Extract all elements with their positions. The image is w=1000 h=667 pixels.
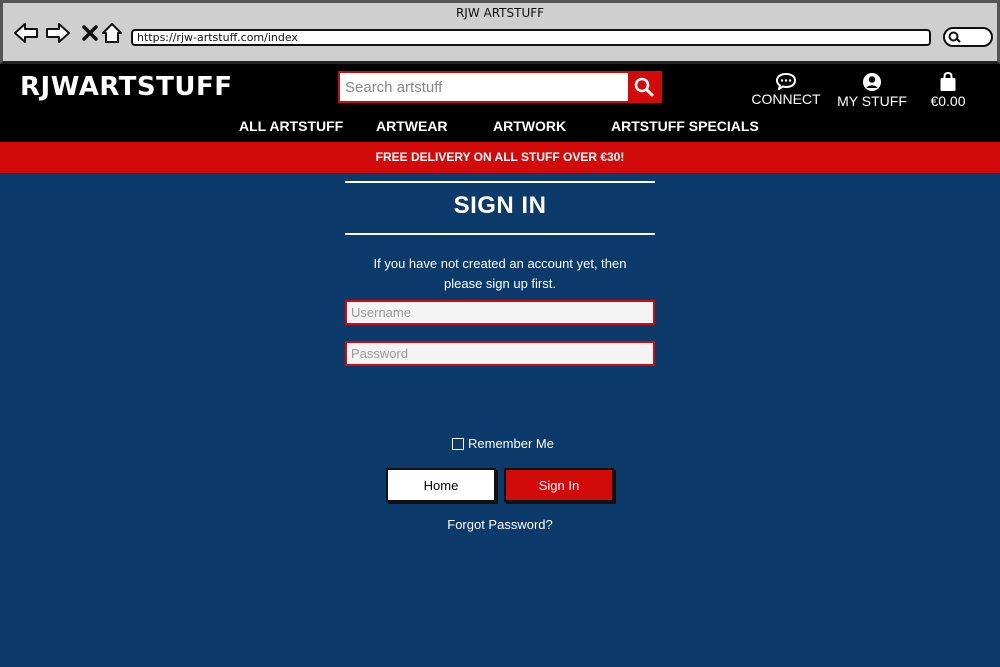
forward-arrow-icon[interactable] [45, 20, 71, 46]
remember-me-label: Remember Me [468, 436, 554, 451]
nav-item-artwear[interactable]: ARTWEAR [376, 118, 448, 134]
search-button[interactable] [628, 73, 660, 101]
forgot-password-link[interactable]: Forgot Password? [345, 517, 655, 532]
signin-info-line-1: If you have not created an account yet, … [373, 256, 627, 271]
home-button[interactable]: Home [386, 468, 496, 502]
site-logo[interactable]: RJWARTSTUFF [20, 72, 233, 102]
home-icon[interactable] [99, 20, 125, 46]
browser-window: RJW ARTSTUFF https://rjw-artstuff.com/in… [0, 0, 1000, 64]
sign-in-button[interactable]: Sign In [504, 468, 614, 502]
nav-item-all-artstuff[interactable]: ALL ARTSTUFF [239, 118, 343, 134]
connect-link[interactable]: CONNECT [750, 72, 822, 107]
remember-me-checkbox[interactable] [452, 437, 464, 450]
title-divider-bottom [345, 233, 655, 235]
nav-item-artstuff-specials[interactable]: ARTSTUFF SPECIALS [611, 118, 759, 134]
username-field[interactable] [345, 300, 655, 325]
promo-banner: FREE DELIVERY ON ALL STUFF OVER €30! [0, 142, 1000, 173]
signin-info-line-2: please sign up first. [443, 276, 556, 291]
back-arrow-icon[interactable] [13, 20, 39, 46]
page-title: SIGN IN [453, 192, 547, 219]
password-field[interactable] [345, 341, 655, 366]
signin-info: If you have not created an account yet, … [345, 254, 655, 294]
cart-link[interactable]: €0.00 [922, 72, 974, 109]
remember-me[interactable]: Remember Me [452, 436, 554, 451]
url-bar[interactable]: https://rjw-artstuff.com/index [131, 29, 931, 46]
user-icon [863, 73, 881, 91]
cart-total: €0.00 [930, 93, 966, 109]
window-title: RJW ARTSTUFF [455, 6, 545, 20]
my-stuff-label: MY STUFF [837, 93, 907, 109]
search-icon [634, 77, 654, 97]
chat-bubble-icon [775, 72, 797, 90]
nav-item-artwork[interactable]: ARTWORK [493, 118, 566, 134]
title-divider-top [345, 181, 655, 183]
site-search [338, 71, 662, 103]
shopping-bag-icon [940, 72, 956, 91]
main-nav: ALL ARTSTUFF ARTWEAR ARTWORK ARTSTUFF SP… [0, 118, 1000, 140]
my-stuff-link[interactable]: MY STUFF [836, 72, 908, 109]
site-header: RJWARTSTUFF CONNECT MY STUFF €0.00 ALL A… [0, 64, 1000, 142]
browser-search-button[interactable] [943, 27, 993, 47]
connect-label: CONNECT [751, 91, 821, 107]
search-input[interactable] [340, 73, 626, 101]
search-icon [948, 31, 961, 43]
